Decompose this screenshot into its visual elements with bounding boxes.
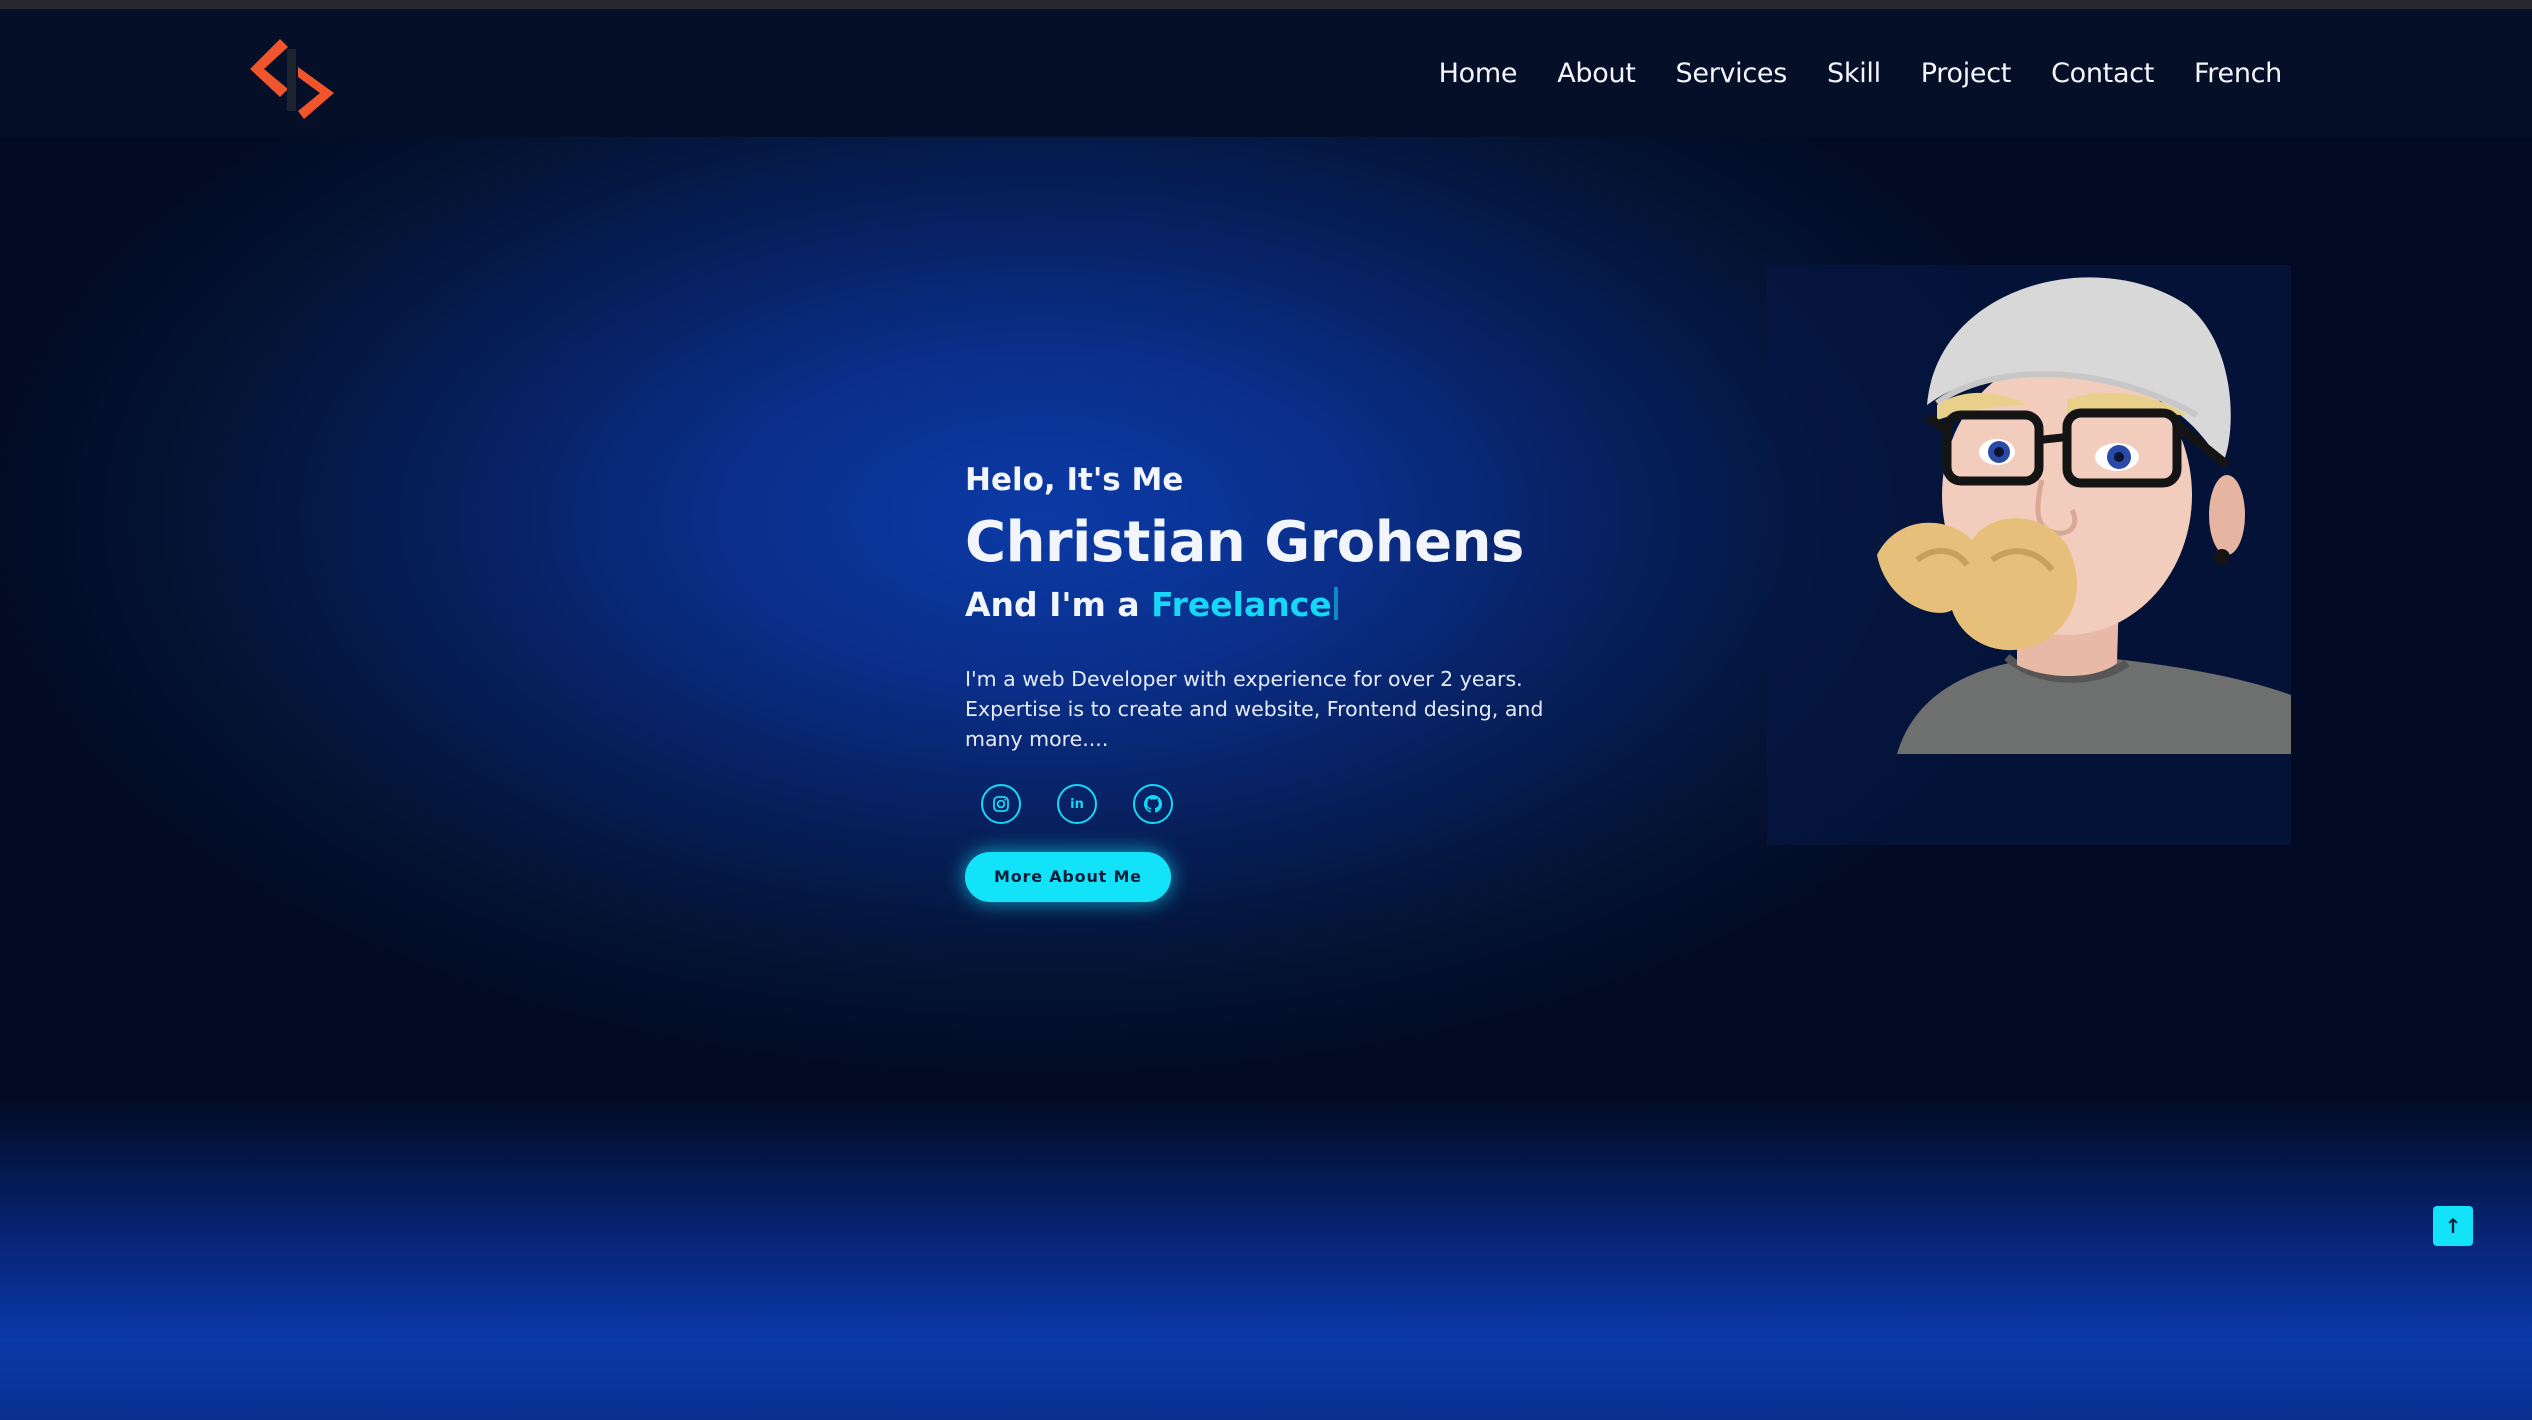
code-logo-icon[interactable] [246,27,342,123]
more-about-me-button[interactable]: More About Me [965,852,1171,902]
nav-project[interactable]: Project [1921,58,2012,89]
nav-contact[interactable]: Contact [2051,58,2154,89]
instagram-icon[interactable] [981,784,1021,824]
github-icon[interactable] [1133,784,1173,824]
browser-top-strip [0,0,2532,9]
role-prefix: And I'm a [965,585,1140,624]
site-header: Home About Services Skill Project Contac… [0,9,2532,137]
hero-greeting: Helo, It's Me [965,462,1184,498]
linkedin-icon-text: in [1070,796,1084,812]
main-nav: Home About Services Skill Project Contac… [1439,9,2283,137]
avatar-panel [1767,265,2291,845]
role-value: Freelance [1151,585,1332,624]
arrow-up-icon: ↑ [2444,1214,2462,1238]
linkedin-icon[interactable]: in [1057,784,1097,824]
hero-content: Helo, It's Me Christian Grohens And I'm … [965,462,1585,902]
hero-bottom-glow [0,1097,2532,1420]
nav-services[interactable]: Services [1676,58,1788,89]
nav-about[interactable]: About [1557,58,1636,89]
nav-french[interactable]: French [2194,58,2282,89]
avatar-image [1767,265,2291,754]
hero-name: Christian Grohens [965,510,1524,575]
nav-skill[interactable]: Skill [1827,58,1881,89]
hero-role: And I'm a Freelance [965,585,1585,624]
back-to-top-button[interactable]: ↑ [2433,1206,2473,1246]
hero-description: I'm a web Developer with experience for … [965,667,1544,751]
typing-caret [1333,587,1338,620]
nav-home[interactable]: Home [1439,58,1518,89]
social-links: in [965,784,1585,824]
